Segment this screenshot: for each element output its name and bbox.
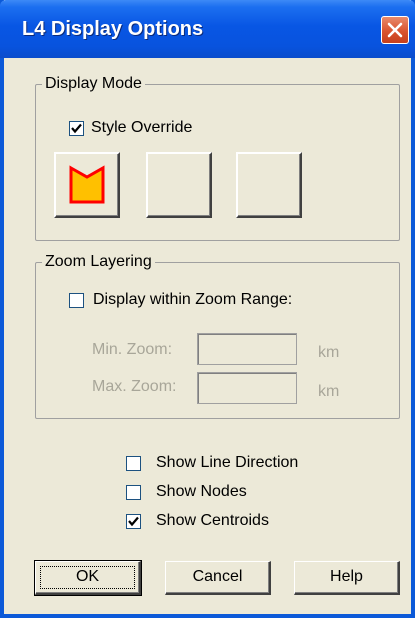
checkmark-icon <box>71 123 82 134</box>
zoom-layering-group: Zoom Layering Display within Zoom Range:… <box>35 252 400 419</box>
style-button-polygon[interactable] <box>54 152 120 218</box>
style-override-label[interactable]: Style Override <box>91 118 192 138</box>
display-options-dialog: L4 Display Options Display Mode Style Ov… <box>0 0 415 618</box>
zoom-layering-label: Zoom Layering <box>42 252 155 272</box>
checkmark-icon <box>128 516 139 527</box>
display-mode-label: Display Mode <box>42 74 145 94</box>
display-within-zoom-checkbox[interactable] <box>69 293 84 308</box>
display-mode-group: Display Mode Style Override <box>35 74 400 241</box>
polygon-style-icon <box>69 165 105 204</box>
title-bar[interactable]: L4 Display Options <box>0 0 415 58</box>
cancel-button[interactable]: Cancel <box>165 561 271 595</box>
show-nodes-label[interactable]: Show Nodes <box>156 482 247 502</box>
show-centroids-label[interactable]: Show Centroids <box>156 511 269 531</box>
cancel-button-label: Cancel <box>192 568 243 585</box>
close-icon <box>387 22 403 38</box>
show-centroids-checkbox[interactable] <box>126 514 141 529</box>
dialog-title: L4 Display Options <box>22 18 204 40</box>
max-zoom-unit: km <box>318 383 340 400</box>
max-zoom-input[interactable] <box>197 372 297 404</box>
min-zoom-unit: km <box>318 344 340 361</box>
max-zoom-label: Max. Zoom: <box>92 378 177 395</box>
ok-button[interactable]: OK <box>34 560 142 596</box>
show-line-direction-checkbox[interactable] <box>126 456 141 471</box>
style-button-2[interactable] <box>146 152 212 218</box>
style-override-checkbox[interactable] <box>69 121 84 136</box>
help-button[interactable]: Help <box>294 561 400 595</box>
style-button-3[interactable] <box>236 152 302 218</box>
show-line-direction-label[interactable]: Show Line Direction <box>156 453 298 473</box>
close-button[interactable] <box>381 16 409 44</box>
min-zoom-label: Min. Zoom: <box>92 341 173 358</box>
show-nodes-checkbox[interactable] <box>126 485 141 500</box>
display-within-zoom-label[interactable]: Display within Zoom Range: <box>93 290 292 310</box>
min-zoom-input[interactable] <box>197 333 297 365</box>
help-button-label: Help <box>330 568 363 585</box>
focus-rect <box>40 566 135 589</box>
